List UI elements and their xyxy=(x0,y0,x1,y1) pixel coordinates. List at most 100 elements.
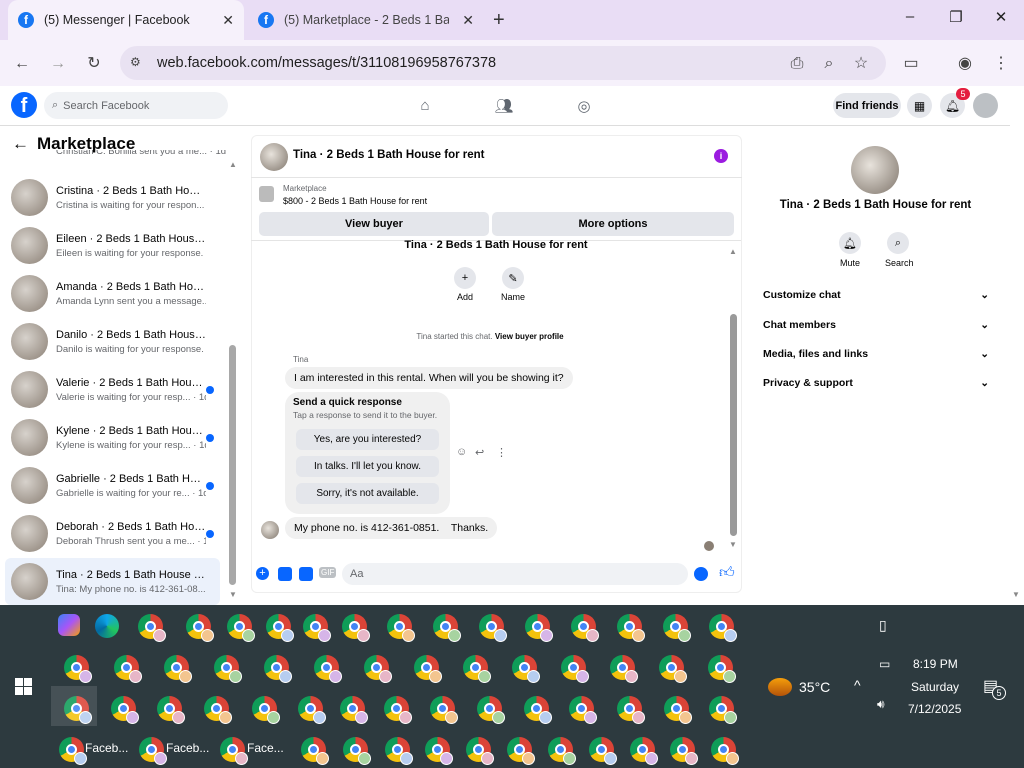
chrome-taskbar-icon[interactable] xyxy=(617,614,645,642)
chrome-taskbar-icon[interactable] xyxy=(512,655,540,683)
chrome-taskbar-icon[interactable] xyxy=(463,655,491,683)
chrome-taskbar-icon[interactable] xyxy=(340,696,368,724)
chrome-taskbar-icon[interactable] xyxy=(477,696,505,724)
chrome-taskbar-icon[interactable] xyxy=(433,614,461,642)
chrome-taskbar-icon[interactable] xyxy=(157,696,185,724)
left-scrollbar[interactable] xyxy=(229,345,236,585)
close-tab-icon[interactable]: ✕ xyxy=(222,12,234,29)
chrome-taskbar-icon[interactable] xyxy=(663,614,691,642)
edge-icon[interactable] xyxy=(95,614,119,638)
back-arrow-icon[interactable]: ← xyxy=(12,134,29,154)
chrome-taskbar-icon[interactable] xyxy=(425,737,453,765)
chrome-taskbar-icon[interactable] xyxy=(524,696,552,724)
conversation-item[interactable]: Cristina · 2 Beds 1 Bath House f... Crist… xyxy=(5,174,220,221)
chrome-taskbar-icon[interactable] xyxy=(59,737,87,765)
chrome-taskbar-icon[interactable] xyxy=(525,614,553,642)
weather-temp[interactable]: 35°C xyxy=(799,679,830,695)
quick-reply-button[interactable]: In talks. I'll let you know. xyxy=(296,456,439,477)
friends-icon[interactable]: 👥︎ xyxy=(494,97,514,115)
chrome-taskbar-icon[interactable] xyxy=(430,696,458,724)
chrome-taskbar-icon[interactable] xyxy=(711,737,739,765)
chrome-taskbar-icon[interactable] xyxy=(342,614,370,642)
chat-title[interactable]: Tina · 2 Beds 1 Bath House for rent xyxy=(293,149,485,161)
mute-bell-icon[interactable]: 🔔︎ xyxy=(839,232,861,254)
tab-messenger[interactable]: f (5) Messenger | Facebook ✕ xyxy=(8,0,244,40)
chrome-taskbar-icon[interactable] xyxy=(507,737,535,765)
bookmark-star-icon[interactable]: ☆ xyxy=(850,53,872,75)
message-bubble[interactable]: I am interested in this rental. When wil… xyxy=(285,367,573,389)
menu-icon[interactable]: ⋮ xyxy=(990,53,1012,75)
chrome-taskbar-icon[interactable] xyxy=(298,696,326,724)
conversation-item[interactable]: Deborah · 2 Beds 1 Bath Hous... Deborah T… xyxy=(5,510,220,557)
close-tab-icon[interactable]: ✕ xyxy=(462,12,474,29)
chrome-taskbar-icon[interactable] xyxy=(670,737,698,765)
chat-scrollbar[interactable] xyxy=(730,314,737,536)
chrome-taskbar-icon[interactable] xyxy=(561,655,589,683)
media-files-row[interactable]: Media, files and links ⌄ xyxy=(763,348,989,360)
chrome-taskbar-icon[interactable] xyxy=(164,655,192,683)
forward-icon[interactable]: → xyxy=(47,53,69,75)
back-icon[interactable]: ← xyxy=(11,53,33,75)
listing-title[interactable]: $800 - 2 Beds 1 Bath House for rent xyxy=(283,196,427,206)
close-window-button[interactable]: ✕ xyxy=(988,8,1014,32)
install-app-icon[interactable]: ⎙ xyxy=(786,53,808,75)
customize-chat-row[interactable]: Customize chat ⌄ xyxy=(763,289,989,301)
chrome-taskbar-icon[interactable] xyxy=(479,614,507,642)
conversation-item[interactable]: Tina · 2 Beds 1 Bath House for r... Tina:… xyxy=(5,558,220,605)
scroll-up-arrow[interactable]: ▲ xyxy=(229,160,237,169)
privacy-support-row[interactable]: Privacy & support ⌄ xyxy=(763,377,989,389)
windows-start-icon[interactable] xyxy=(15,678,32,695)
emoji-icon[interactable] xyxy=(694,567,708,581)
new-tab-button[interactable]: + xyxy=(493,9,505,32)
search-icon[interactable]: ⌕ xyxy=(887,232,909,254)
chrome-taskbar-icon[interactable] xyxy=(708,655,736,683)
network-icon[interactable]: ▭ xyxy=(879,657,890,671)
chrome-taskbar-icon[interactable] xyxy=(204,696,232,724)
chrome-taskbar-icon[interactable] xyxy=(384,696,412,724)
home-icon[interactable]: ⌂ xyxy=(415,97,435,115)
chrome-taskbar-icon[interactable] xyxy=(414,655,442,683)
photo-icon[interactable] xyxy=(278,567,292,581)
chrome-taskbar-icon[interactable] xyxy=(709,614,737,642)
chrome-taskbar-icon[interactable] xyxy=(303,614,331,642)
conversation-item[interactable]: Kylene · 2 Beds 1 Bath House ... Kylene i… xyxy=(5,414,220,461)
find-friends-button[interactable]: Find friends xyxy=(833,93,901,118)
chrome-taskbar-icon[interactable] xyxy=(610,655,638,683)
chrome-taskbar-icon[interactable] xyxy=(343,737,371,765)
apps-menu-icon[interactable]: ▦ xyxy=(907,93,932,118)
address-bar[interactable]: ⚙ web.facebook.com/messages/t/3110819695… xyxy=(120,46,886,80)
message-input[interactable]: Aa xyxy=(342,563,688,585)
conversation-item[interactable]: Eileen · 2 Beds 1 Bath House for r... Eil… xyxy=(5,222,220,269)
chrome-taskbar-icon[interactable] xyxy=(266,614,294,642)
clock-date[interactable]: 7/12/2025 xyxy=(908,702,961,716)
scroll-down-arrow[interactable]: ▼ xyxy=(229,590,237,599)
add-person-icon[interactable]: + xyxy=(454,267,476,289)
chrome-taskbar-icon[interactable] xyxy=(664,696,692,724)
conversation-item[interactable]: Valerie · 2 Beds 1 Bath House ... Valerie… xyxy=(5,366,220,413)
view-buyer-profile-link[interactable]: View buyer profile xyxy=(495,332,564,341)
conversation-item[interactable]: Amanda · 2 Beds 1 Bath House ... Amanda L… xyxy=(5,270,220,317)
chrome-taskbar-icon[interactable] xyxy=(659,655,687,683)
quick-reply-button[interactable]: Yes, are you interested? xyxy=(296,429,439,450)
chevron-up-icon[interactable]: ^ xyxy=(854,677,861,693)
conversation-item[interactable]: Danilo · 2 Beds 1 Bath House fo... Danilo… xyxy=(5,318,220,365)
plus-icon[interactable]: + xyxy=(256,567,269,580)
page-scroll-down[interactable]: ▼ xyxy=(1012,590,1020,599)
clock-day[interactable]: Saturday xyxy=(911,680,959,694)
chrome-taskbar-icon[interactable] xyxy=(220,737,248,765)
chrome-taskbar-icon[interactable] xyxy=(114,655,142,683)
more-actions-icon[interactable]: ⋮ xyxy=(496,446,507,459)
weather-icon[interactable] xyxy=(768,678,792,696)
minimize-button[interactable]: – xyxy=(897,8,923,32)
info-icon[interactable]: i xyxy=(714,149,728,163)
chrome-taskbar-icon[interactable] xyxy=(301,737,329,765)
chrome-taskbar-icon[interactable] xyxy=(138,614,166,642)
volume-icon[interactable]: 🔊︎ xyxy=(877,697,885,712)
conversation-item[interactable]: Gabrielle · 2 Beds 1 Bath Hou... Gabriell… xyxy=(5,462,220,509)
chrome-taskbar-icon[interactable] xyxy=(314,655,342,683)
phone-link-icon[interactable]: ▯ xyxy=(879,617,887,634)
chrome-taskbar-icon[interactable] xyxy=(387,614,415,642)
chat-scroll-down[interactable]: ▼ xyxy=(729,540,737,549)
maximize-button[interactable]: ❐ xyxy=(943,8,969,32)
sticker-icon[interactable] xyxy=(299,567,313,581)
